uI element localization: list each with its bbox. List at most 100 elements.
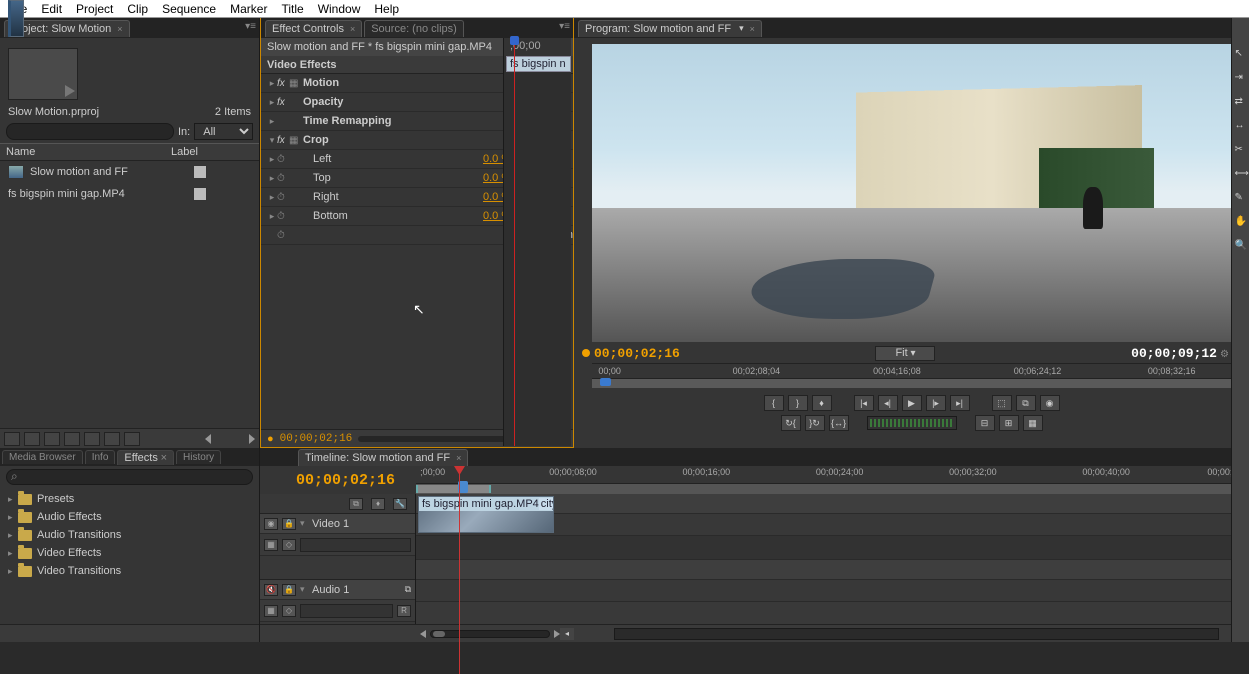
tab-info[interactable]: Info xyxy=(85,450,116,464)
snap-icon[interactable]: ⧉ xyxy=(349,498,363,510)
folder-video-transitions[interactable]: ▸Video Transitions xyxy=(0,562,259,580)
prev-keyframe-icon[interactable]: ◇ xyxy=(282,539,296,551)
close-icon[interactable]: × xyxy=(750,24,755,34)
fx-icon[interactable]: fx xyxy=(277,135,289,146)
program-playhead[interactable] xyxy=(600,378,611,391)
column-name[interactable]: Name xyxy=(6,146,171,158)
disclosure-icon[interactable]: ▾ xyxy=(267,135,277,146)
stopwatch-icon[interactable]: ⏱ xyxy=(277,192,291,203)
timeline-tracks-area[interactable]: ;00;00 00;00;08;00 00;00;16;00 00;00;24;… xyxy=(416,494,1249,624)
disclosure-icon[interactable]: ▸ xyxy=(8,512,18,523)
keyframe-icon[interactable]: ▦ xyxy=(264,539,278,551)
track-style-select[interactable] xyxy=(300,604,393,618)
column-label[interactable]: Label xyxy=(171,146,198,158)
timeline-ruler[interactable]: ;00;00 00;00;08;00 00;00;16;00 00;00;24;… xyxy=(416,466,1249,484)
marker-button[interactable]: ♦ xyxy=(812,395,832,411)
tab-effects[interactable]: Effects × xyxy=(117,450,174,465)
automate-icon[interactable] xyxy=(44,432,60,446)
wrench-icon[interactable]: 🔧 xyxy=(393,498,407,510)
stopwatch-icon[interactable]: ⏱ xyxy=(277,154,291,165)
step-forward-button[interactable]: |▸ xyxy=(926,395,946,411)
trash-icon[interactable] xyxy=(124,432,140,446)
go-to-out-button[interactable]: ▸| xyxy=(950,395,970,411)
new-item-icon[interactable] xyxy=(104,432,120,446)
current-timecode[interactable]: 00;00;02;16 xyxy=(594,346,680,361)
find-icon[interactable] xyxy=(64,432,80,446)
timeline-clip[interactable]: fs bigspin mini gap.MP4 city ▾ xyxy=(418,496,554,533)
output-button[interactable]: {↔} xyxy=(829,415,849,431)
play-button[interactable]: ▶ xyxy=(902,395,922,411)
razor-tool-icon[interactable]: ✂ xyxy=(1235,144,1247,156)
icon-view-icon[interactable] xyxy=(24,432,40,446)
tab-media-browser[interactable]: Media Browser xyxy=(2,450,83,464)
work-area-range[interactable] xyxy=(416,485,491,493)
scroll-right-icon[interactable] xyxy=(249,434,255,444)
slip-tool-icon[interactable]: ⟷ xyxy=(1235,168,1247,180)
disclosure-icon[interactable]: ▸ xyxy=(267,154,277,165)
folder-audio-transitions[interactable]: ▸Audio Transitions xyxy=(0,526,259,544)
mute-icon[interactable]: 🔇 xyxy=(264,584,278,596)
export-frame-button[interactable]: ◉ xyxy=(1040,395,1060,411)
disclosure-icon[interactable]: ▸ xyxy=(267,211,277,222)
close-icon[interactable]: × xyxy=(161,452,167,464)
ripple-edit-tool-icon[interactable]: ⇄ xyxy=(1235,96,1247,108)
menu-marker[interactable]: Marker xyxy=(226,1,277,17)
folder-audio-effects[interactable]: ▸Audio Effects xyxy=(0,508,259,526)
source-tab[interactable]: Source: (no clips) xyxy=(364,20,464,37)
disclosure-icon[interactable]: ▸ xyxy=(8,566,18,577)
list-view-icon[interactable] xyxy=(4,432,20,446)
prev-keyframe-icon[interactable]: ◇ xyxy=(282,605,296,617)
disclosure-icon[interactable]: ▸ xyxy=(267,116,277,127)
insert-button[interactable]: ⊞ xyxy=(999,415,1019,431)
menu-project[interactable]: Project xyxy=(72,1,123,17)
marker-icon[interactable]: ♦ xyxy=(371,498,385,510)
dropdown-icon[interactable]: ▾ xyxy=(739,23,744,34)
disclosure-icon[interactable]: ▸ xyxy=(8,548,18,559)
audio-track-header[interactable]: 🔇 🔒 ▾ Audio 1 ⧉ ▦ ◇ R xyxy=(260,580,415,622)
transform-icon[interactable]: ▦ xyxy=(289,135,303,146)
timeline-playhead[interactable] xyxy=(459,474,460,674)
list-item[interactable]: Slow motion and FF xyxy=(0,161,259,183)
rate-stretch-tool-icon[interactable]: ↔ xyxy=(1235,120,1247,132)
close-icon[interactable]: × xyxy=(456,453,461,463)
scroll-left-icon[interactable] xyxy=(205,434,211,444)
shuttle-slider[interactable] xyxy=(867,416,957,430)
trim-button[interactable]: ⊟ xyxy=(975,415,995,431)
panel-menu-icon[interactable]: ▾≡ xyxy=(559,21,570,32)
menu-edit[interactable]: Edit xyxy=(37,1,72,17)
mark-in-button[interactable]: { xyxy=(764,395,784,411)
loop-button[interactable]: ↻{ xyxy=(781,415,801,431)
folder-video-effects[interactable]: ▸Video Effects xyxy=(0,544,259,562)
menu-window[interactable]: Window xyxy=(314,1,371,17)
keyframe-icon[interactable]: ▦ xyxy=(264,605,278,617)
in-filter-select[interactable]: All xyxy=(194,123,253,140)
menu-sequence[interactable]: Sequence xyxy=(158,1,226,17)
menu-clip[interactable]: Clip xyxy=(123,1,158,17)
track-select-tool-icon[interactable]: ⇥ xyxy=(1235,72,1247,84)
timeline-timecode[interactable]: 00;00;02;16 xyxy=(296,472,395,489)
lock-icon[interactable]: 🔒 xyxy=(282,584,296,596)
selection-tool-icon[interactable]: ↖ xyxy=(1235,48,1247,60)
panel-menu-icon[interactable]: ▾≡ xyxy=(245,21,256,32)
safe-margins-button[interactable]: }↻ xyxy=(805,415,825,431)
program-ruler[interactable]: 00;00 00;02;08;04 00;04;16;08 00;06;24;1… xyxy=(592,363,1231,391)
overwrite-button[interactable]: ▦ xyxy=(1023,415,1043,431)
stopwatch-icon[interactable]: ⏱ xyxy=(277,173,291,184)
track-style-select[interactable] xyxy=(300,538,411,552)
disclosure-icon[interactable]: ▸ xyxy=(267,97,277,108)
lift-button[interactable]: ⬚ xyxy=(992,395,1012,411)
lock-icon[interactable]: 🔒 xyxy=(282,518,296,530)
zoom-out-icon[interactable] xyxy=(420,630,426,638)
mark-out-button[interactable]: } xyxy=(788,395,808,411)
fx-icon[interactable]: fx xyxy=(277,97,289,108)
zoom-fit-select[interactable]: Fit ▾ xyxy=(875,346,935,361)
disclosure-icon[interactable]: ▸ xyxy=(8,494,18,505)
pen-tool-icon[interactable]: ✎ xyxy=(1235,192,1247,204)
close-icon[interactable]: × xyxy=(117,24,122,34)
menu-title[interactable]: Title xyxy=(277,1,313,17)
fx-icon[interactable]: fx xyxy=(277,78,289,89)
disclosure-icon[interactable]: ▾ xyxy=(300,518,308,529)
folder-presets[interactable]: ▸Presets xyxy=(0,490,259,508)
list-item[interactable]: fs bigspin mini gap.MP4 xyxy=(0,183,259,205)
stopwatch-icon[interactable]: ⏱ xyxy=(277,230,291,241)
